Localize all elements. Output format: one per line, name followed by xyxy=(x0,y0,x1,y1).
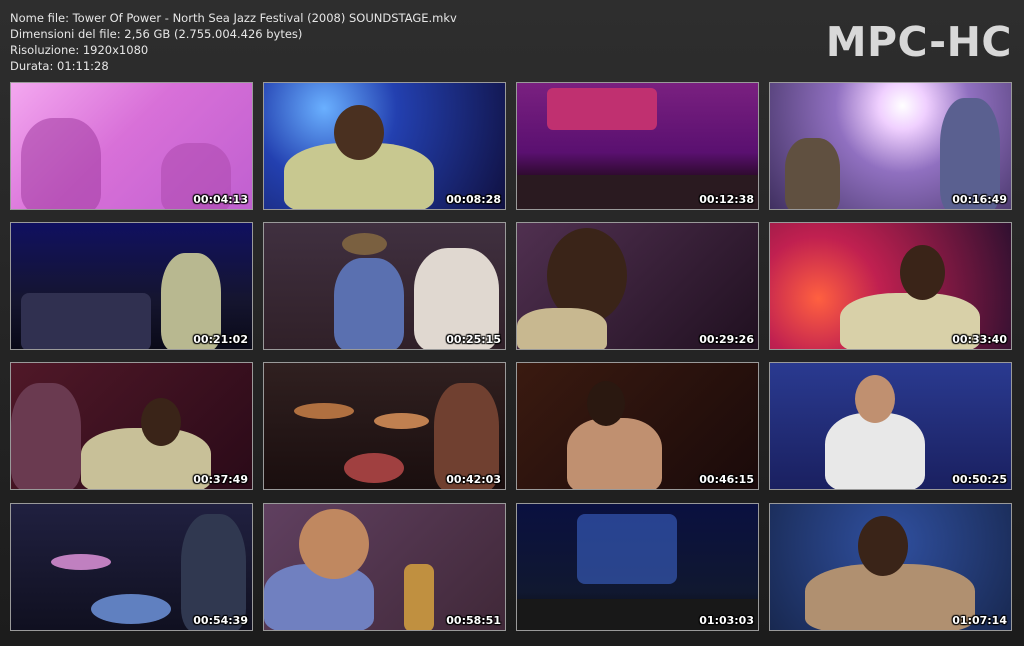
timestamp: 00:29:26 xyxy=(699,333,754,346)
singer-head xyxy=(141,398,181,446)
timestamp: 00:25:15 xyxy=(446,333,501,346)
thumbnail-9[interactable]: 00:37:49 xyxy=(10,362,253,490)
thumbnail-12[interactable]: 00:50:25 xyxy=(769,362,1012,490)
timestamp: 00:54:39 xyxy=(193,614,248,627)
singer-head xyxy=(855,375,895,423)
timestamp: 01:07:14 xyxy=(952,614,1007,627)
thumbnail-5[interactable]: 00:21:02 xyxy=(10,222,253,350)
timestamp: 00:46:15 xyxy=(699,473,754,486)
timestamp: 00:42:03 xyxy=(446,473,501,486)
crowd-figure xyxy=(11,383,81,489)
timestamp: 01:03:03 xyxy=(699,614,754,627)
cymbal xyxy=(294,403,354,419)
timestamp: 00:16:49 xyxy=(952,193,1007,206)
thumbnail-11[interactable]: 00:46:15 xyxy=(516,362,759,490)
saxophone xyxy=(404,564,434,630)
musician-figure xyxy=(785,138,840,209)
thumbnail-4[interactable]: 00:16:49 xyxy=(769,82,1012,210)
cymbal xyxy=(374,413,429,429)
drum xyxy=(344,453,404,483)
band-line xyxy=(21,293,151,349)
thumbnail-8[interactable]: 00:33:40 xyxy=(769,222,1012,350)
timestamp: 00:58:51 xyxy=(446,614,501,627)
timestamp: 00:37:49 xyxy=(193,473,248,486)
singer-head xyxy=(587,381,625,426)
timestamp: 00:04:13 xyxy=(193,193,248,206)
thumbnail-10[interactable]: 00:42:03 xyxy=(263,362,506,490)
singer-head xyxy=(900,245,945,300)
timestamp: 00:08:28 xyxy=(446,193,501,206)
thumbnail-6[interactable]: 00:25:15 xyxy=(263,222,506,350)
saxophonist-head xyxy=(299,509,369,579)
singer-figure xyxy=(567,418,662,489)
stage-banner xyxy=(547,88,657,130)
thumbnail-16[interactable]: 01:07:14 xyxy=(769,503,1012,631)
thumbnail-15[interactable]: 01:03:03 xyxy=(516,503,759,631)
musician-figure xyxy=(21,118,101,209)
singer-head xyxy=(334,105,384,160)
thumbnail-7[interactable]: 00:29:26 xyxy=(516,222,759,350)
thumbnail-2[interactable]: 00:08:28 xyxy=(263,82,506,210)
stage-light xyxy=(577,514,677,584)
thumbnail-grid: 00:04:13 00:08:28 00:12:38 00:16:49 00:2… xyxy=(0,0,1024,646)
thumbnail-1[interactable]: 00:04:13 xyxy=(10,82,253,210)
hat xyxy=(342,233,387,255)
singer-figure xyxy=(825,413,925,489)
cymbal xyxy=(51,554,111,570)
singer-head xyxy=(858,516,908,576)
singer-shirt xyxy=(517,308,607,349)
timestamp: 00:21:02 xyxy=(193,333,248,346)
musician-figure xyxy=(334,258,404,349)
drum xyxy=(91,594,171,624)
timestamp: 00:33:40 xyxy=(952,333,1007,346)
thumbnail-14[interactable]: 00:58:51 xyxy=(263,503,506,631)
timestamp: 00:50:25 xyxy=(952,473,1007,486)
thumbnail-13[interactable]: 00:54:39 xyxy=(10,503,253,631)
timestamp: 00:12:38 xyxy=(699,193,754,206)
thumbnail-3[interactable]: 00:12:38 xyxy=(516,82,759,210)
